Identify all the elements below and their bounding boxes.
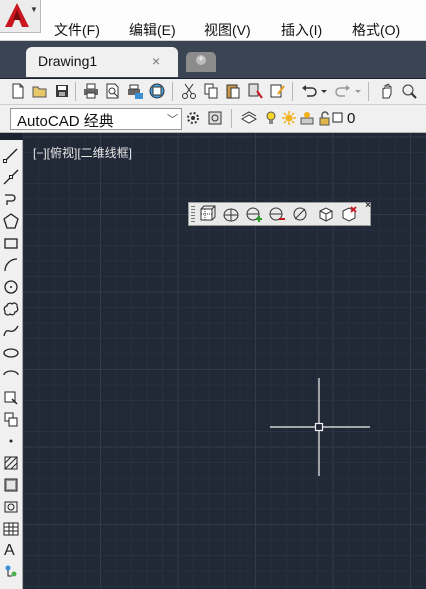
ellipse-arc-icon[interactable] [2, 366, 20, 384]
camera-view-icon[interactable] [340, 205, 358, 223]
arc-tool-icon[interactable] [2, 256, 20, 274]
close-icon[interactable]: × [365, 200, 371, 211]
add-selected-icon[interactable] [2, 562, 20, 580]
print-icon[interactable] [82, 82, 100, 100]
workspace-value: AutoCAD 经典 [17, 113, 114, 130]
layer-properties-icon[interactable] [240, 109, 258, 127]
hatch-tool-icon[interactable] [2, 454, 20, 472]
make-block-icon[interactable] [2, 410, 20, 428]
new-tab-button[interactable]: + [186, 52, 216, 72]
publish-icon[interactable] [126, 82, 144, 100]
menu-view[interactable]: 视图(V) [204, 20, 251, 40]
zoom-realtime-icon[interactable] [400, 82, 418, 100]
layer-thaw-sun-icon[interactable] [280, 109, 298, 127]
application-menu-button[interactable]: ▼ [0, 0, 41, 33]
customize-icon[interactable] [206, 109, 224, 127]
menu-format[interactable]: 格式(O) [352, 20, 400, 40]
view-manager-icon[interactable] [199, 205, 217, 223]
table-tool-icon[interactable] [2, 520, 20, 538]
new-file-icon[interactable] [9, 82, 27, 100]
chevron-down-icon: ﹀ [167, 114, 178, 126]
3d-dwf-icon[interactable] [148, 82, 166, 100]
pan-hand-icon[interactable] [378, 82, 396, 100]
standard-toolbar [0, 79, 426, 105]
undo-icon[interactable] [300, 82, 318, 100]
layer-color-swatch[interactable] [332, 109, 344, 127]
polygon-tool-icon[interactable] [2, 212, 20, 230]
right-view-icon[interactable] [291, 205, 309, 223]
multiline-text-icon[interactable]: A [4, 542, 15, 560]
chevron-down-icon: ▼ [30, 5, 38, 14]
region-tool-icon[interactable] [2, 498, 20, 516]
spline-tool-icon[interactable] [2, 322, 20, 340]
tab-label: Drawing1 [38, 53, 98, 69]
menu-insert[interactable]: 插入(I) [281, 20, 322, 40]
print-preview-icon[interactable] [104, 82, 122, 100]
top-view-icon[interactable] [222, 205, 240, 223]
sw-isometric-view-icon[interactable] [317, 205, 335, 223]
polyline-tool-icon[interactable] [2, 190, 20, 208]
tab-close-icon[interactable]: × [152, 53, 160, 69]
line-tool-icon[interactable] [2, 146, 20, 164]
redo-icon[interactable] [334, 82, 352, 100]
left-view-icon[interactable] [268, 205, 286, 223]
crosshair-cursor [270, 378, 370, 476]
ellipse-tool-icon[interactable] [2, 344, 20, 362]
open-folder-icon[interactable] [31, 82, 49, 100]
insert-block-icon[interactable] [2, 388, 20, 406]
redo-dropdown-icon[interactable] [354, 82, 362, 100]
plus-icon: + [196, 55, 206, 65]
front-view-icon[interactable] [245, 205, 263, 223]
cut-icon[interactable] [180, 82, 198, 100]
gradient-tool-icon[interactable] [2, 476, 20, 494]
revision-cloud-icon[interactable] [2, 300, 20, 318]
toolbar-grip-handle[interactable] [191, 206, 195, 222]
paste-icon[interactable] [224, 82, 242, 100]
viewport-controls-label[interactable]: [−][俯视][二维线框] [33, 144, 132, 161]
workspace-dropdown[interactable]: AutoCAD 经典 ﹀ [10, 108, 182, 130]
layer-on-lightbulb-icon[interactable] [262, 109, 280, 127]
construction-line-icon[interactable] [2, 168, 20, 186]
menu-edit[interactable]: 编辑(E) [129, 20, 176, 40]
block-editor-icon[interactable] [268, 82, 286, 100]
rectangle-tool-icon[interactable] [2, 234, 20, 252]
undo-dropdown-icon[interactable] [320, 82, 328, 100]
menu-file[interactable]: 文件(F) [54, 20, 100, 40]
view-floating-toolbar: × [188, 200, 371, 226]
layer-name[interactable]: 0 [347, 110, 355, 127]
point-tool-icon[interactable] [2, 432, 20, 450]
save-icon[interactable] [53, 82, 71, 100]
workspace-settings-icon[interactable] [184, 109, 202, 127]
tab-drawing1[interactable]: Drawing1 × [26, 47, 178, 77]
autocad-logo-icon [5, 3, 29, 27]
copy-icon[interactable] [202, 82, 220, 100]
circle-tool-icon[interactable] [2, 278, 20, 296]
match-properties-icon[interactable] [246, 82, 264, 100]
viewport-thaw-icon[interactable] [298, 109, 316, 127]
